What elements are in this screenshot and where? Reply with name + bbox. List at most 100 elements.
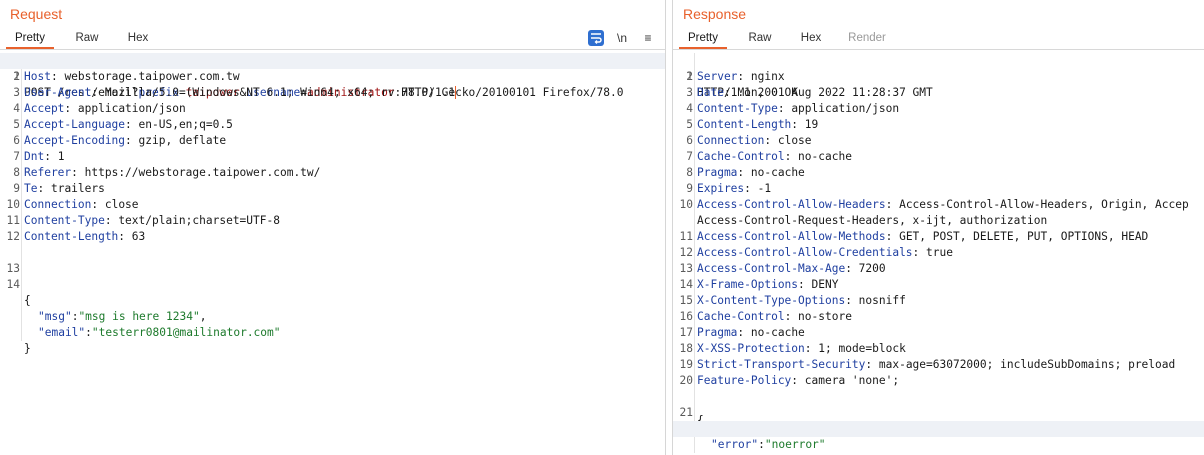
line-number: 9 [686,182,693,195]
header-name: Dnt [24,150,45,163]
request-header-line: 5 Accept-Language: en-US,en;q=0.5 [0,117,665,133]
json-brace: } [24,342,31,355]
header-name: Referer [24,166,72,179]
header-value-wrapped: Access-Control-Request-Headers, x-ijt, a… [697,214,1048,227]
header-value: en-US,en;q=0.5 [138,118,233,131]
response-tab-divider [673,49,1204,50]
header-colon: : [737,326,751,339]
line-number: 13 [679,262,693,275]
response-tab-render[interactable]: Render [841,29,893,49]
header-value: no-cache [750,166,805,179]
header-value: close [104,198,139,211]
response-header-line: 10 Access-Control-Allow-Headers: Access-C… [673,197,1204,213]
response-editor[interactable]: 1 HTTP/1.1 200 OK 2 Server: nginx 3 Date: M… [673,53,1204,455]
response-blank-line: 21 [673,389,1204,419]
request-tab-raw[interactable]: Raw [68,29,106,49]
header-value: application/json [791,102,900,115]
line-number: 11 [6,214,20,227]
request-body-brace-close: } [0,325,665,355]
request-tab-pretty[interactable]: Pretty [6,29,54,49]
response-header-line: 9 Expires: -1 [673,181,1204,197]
header-name: Connection [697,134,765,147]
show-newlines-button[interactable]: \n [614,30,630,46]
response-tab-hex[interactable]: Hex [793,29,829,49]
line-number: 12 [679,246,693,259]
header-value: nosniff [858,294,906,307]
request-tab-hex[interactable]: Hex [120,29,156,49]
header-colon: : [764,134,778,147]
request-header-line: 4 Accept: application/json [0,101,665,117]
response-header-line: 13 Access-Control-Max-Age: 7200 [673,261,1204,277]
header-value: gzip, deflate [138,134,227,147]
header-value: 63 [131,230,146,243]
header-value: no-cache [750,326,805,339]
header-name: Access-Control-Allow-Credentials [697,246,913,259]
line-number: 15 [679,294,693,307]
line-number: 6 [686,134,693,147]
line-number: 8 [686,166,693,179]
header-colon: : [44,150,58,163]
line-number: 8 [13,166,20,179]
line-number: 5 [13,118,20,131]
header-colon: : [845,262,859,275]
header-name: X-Content-Type-Options [697,294,846,307]
header-name: Accept-Language [24,118,126,131]
header-name: Content-Length [697,118,792,131]
request-header-line: 2 Host: webstorage.taipower.com.tw [0,69,665,85]
request-blank-line: 13 [0,245,665,275]
header-name: Host [24,70,51,83]
request-header-line: 9 Te: trailers [0,181,665,197]
header-name: X-XSS-Protection [697,342,805,355]
header-colon: : [118,230,132,243]
header-value: -1 [757,182,772,195]
header-colon: : [125,118,139,131]
header-name: User-Agent [24,86,92,99]
response-header-line: 12 Access-Control-Allow-Credentials: true [673,245,1204,261]
header-value: 19 [804,118,819,131]
line-number: 6 [13,134,20,147]
response-header-line: 4 Content-Type: application/json [673,101,1204,117]
header-colon: : [723,86,738,99]
response-tab-raw[interactable]: Raw [741,29,779,49]
line-number: 16 [679,310,693,323]
line-number: 4 [686,102,693,115]
response-line-1: 1 HTTP/1.1 200 OK [673,53,1204,99]
line-number: 2 [13,70,20,83]
request-header-line: 7 Dnt: 1 [0,149,665,165]
header-value: https://webstorage.taipower.com.tw/ [84,166,321,179]
header-value: no-store [798,310,852,323]
header-value: text/plain;charset=UTF-8 [118,214,280,227]
header-colon: : [104,214,119,227]
line-number: 10 [679,198,693,211]
header-colon: : [50,70,65,83]
header-name: Access-Control-Max-Age [697,262,846,275]
line-number: 3 [686,86,693,99]
request-header-line: 12 Content-Length: 63 [0,229,665,245]
request-editor[interactable]: 1 POST /rest/email?prefix=taipower&usern… [0,53,665,355]
response-body-brace-close: } [673,437,1204,455]
request-tabs: Pretty Raw Hex [0,29,665,49]
pane-splitter[interactable] [665,0,673,455]
header-colon: : [784,310,799,323]
header-colon: : [885,198,900,211]
header-name: Cache-Control [697,150,785,163]
header-value: Access-Control-Allow-Headers, Origin, Ac… [899,198,1189,211]
header-colon: : [125,134,139,147]
response-header-line: 18 X-XSS-Protection: 1; mode=block [673,341,1204,357]
wrap-lines-icon[interactable] [588,30,604,46]
request-pane: Request Pretty Raw Hex \n ≡ 1 POST /rest… [0,0,665,455]
line-number: 3 [13,86,20,99]
response-header-line: 7 Cache-Control: no-cache [673,149,1204,165]
header-name: Feature-Policy [697,374,792,387]
request-body-open: 14 [0,261,665,291]
response-tab-pretty[interactable]: Pretty [679,29,727,49]
header-value: 1 [57,150,65,163]
header-name: Content-Type [24,214,105,227]
menu-icon[interactable]: ≡ [640,30,656,46]
header-value: no-cache [798,150,852,163]
request-header-line: 11 Content-Type: text/plain;charset=UTF-8 [0,213,665,229]
header-name: Te [24,182,38,195]
response-header-line: 20 Feature-Policy: camera 'none'; [673,373,1204,389]
header-colon: : [791,374,805,387]
response-header-line: 8 Pragma: no-cache [673,165,1204,181]
